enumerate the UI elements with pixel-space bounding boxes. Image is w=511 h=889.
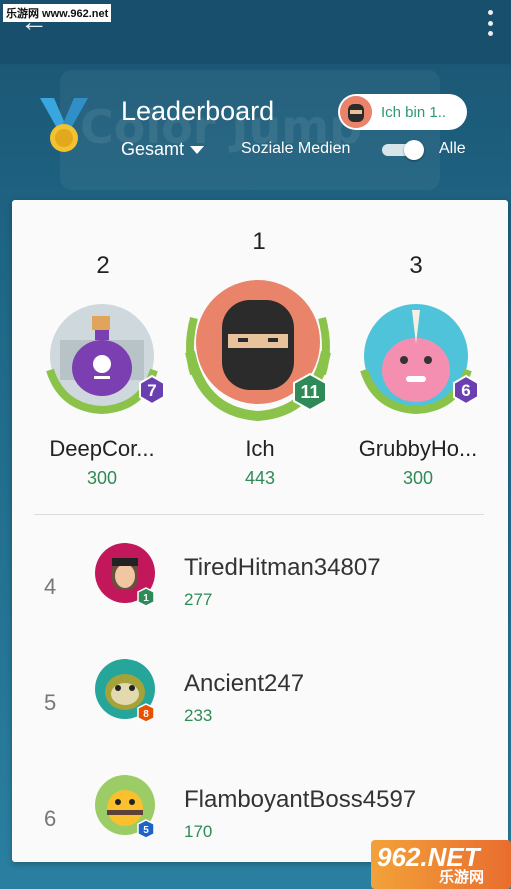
- podium-rank-1: 1: [252, 228, 266, 255]
- list-item[interactable]: 4 1 TiredHitman34807 277: [12, 534, 508, 650]
- player-score: 170: [184, 822, 213, 841]
- podium-avatar-1[interactable]: 11: [180, 278, 340, 422]
- list-rank: 6: [44, 806, 57, 831]
- player-name: Ancient247: [184, 670, 305, 697]
- more-vert-icon[interactable]: [485, 10, 495, 36]
- site-badge-small: 乐游网: [439, 869, 485, 886]
- avatar: 5: [95, 775, 155, 839]
- podium-score-2: 300: [86, 468, 118, 488]
- avatar: 8: [95, 659, 155, 723]
- avatar: 1: [95, 543, 155, 607]
- leaderboard-card: 2 7 DeepCor... 300 1 11 Ich 443 3 6 Grub…: [12, 200, 508, 862]
- list-item[interactable]: 5 8 Ancient247 233: [12, 650, 508, 766]
- player-name: TiredHitman34807: [184, 554, 381, 581]
- level-badge-1: 11: [300, 382, 319, 402]
- podium-score-3: 300: [402, 468, 434, 488]
- level-badge: 8: [143, 709, 149, 720]
- podium-score-1: 443: [244, 468, 276, 488]
- player-name: FlamboyantBoss4597: [184, 786, 417, 813]
- list-rank: 4: [44, 574, 57, 599]
- podium-name-2: DeepCor...: [49, 436, 155, 461]
- toggle-knob: [404, 140, 424, 160]
- level-badge-3: 6: [461, 381, 470, 400]
- jump-to-me-label: Ich bin 1..: [381, 103, 447, 121]
- chevron-down-icon: [190, 145, 205, 154]
- site-watermark: 乐游网 www.962.net: [3, 4, 112, 22]
- scope-dropdown[interactable]: Gesamt: [121, 139, 205, 160]
- podium-avatar-3[interactable]: 6: [356, 300, 486, 420]
- list-rank: 5: [44, 690, 57, 715]
- social-media-label: Soziale Medien: [241, 140, 351, 157]
- podium-name-3: GrubbyHo...: [358, 436, 478, 461]
- player-score: 233: [184, 706, 213, 725]
- podium-rank-3: 3: [409, 252, 423, 279]
- avatar: [340, 96, 372, 128]
- level-badge: 5: [143, 825, 149, 836]
- podium-avatar-2[interactable]: 7: [40, 300, 170, 420]
- level-badge-2: 7: [147, 381, 156, 400]
- social-all-toggle[interactable]: [378, 140, 428, 160]
- podium-rank-2: 2: [96, 252, 110, 279]
- all-label: Alle: [439, 140, 466, 157]
- site-badge-watermark: 962.NET 乐游网: [371, 840, 511, 889]
- medal-icon: [40, 98, 88, 152]
- scope-label: Gesamt: [121, 139, 185, 159]
- level-badge: 1: [143, 593, 149, 604]
- divider: [34, 514, 484, 515]
- podium-name-1: Ich: [245, 436, 275, 461]
- jump-to-me-button[interactable]: Ich bin 1..: [338, 94, 467, 130]
- player-score: 277: [184, 590, 213, 609]
- page-title: Leaderboard: [121, 96, 275, 126]
